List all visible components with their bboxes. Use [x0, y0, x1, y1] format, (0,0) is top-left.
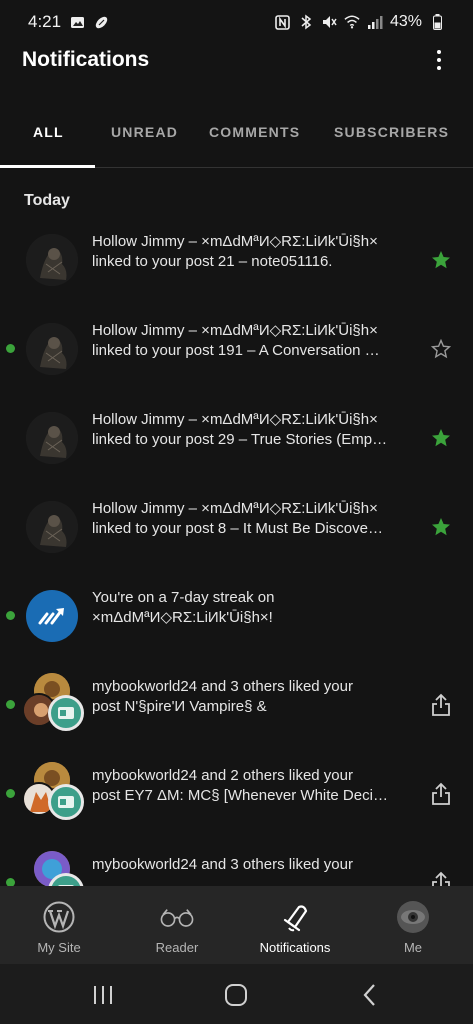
star-filled-icon[interactable] — [429, 515, 453, 539]
notification-detail: linked to your post 29 – True Stories (E… — [92, 431, 388, 448]
notification-item[interactable]: mybookworld24 and 3 others liked your — [0, 843, 473, 886]
avatar — [26, 501, 78, 553]
unread-indicator — [6, 789, 15, 798]
filter-tabs: ALL UNREAD COMMENTS SUBSCRIBERS — [0, 108, 473, 168]
notification-item[interactable]: mybookworld24 and 2 others liked your po… — [0, 754, 473, 834]
notification-detail: linked to your post 8 – It Must Be Disco… — [92, 520, 383, 537]
nav-label: Me — [403, 940, 423, 955]
football-icon — [93, 14, 109, 30]
signal-icon — [367, 14, 383, 30]
streak-icon — [26, 590, 78, 642]
notification-title: Hollow Jimmy – ×mΔdMªИ◇RΣ:LiИk'Ūi§h× — [92, 322, 378, 339]
notification-title: mybookworld24 and 3 others liked your — [92, 678, 353, 695]
like-badge-icon — [48, 784, 84, 820]
share-icon[interactable] — [429, 871, 453, 886]
notification-title: mybookworld24 and 3 others liked your — [92, 856, 353, 873]
unread-indicator — [6, 611, 15, 620]
tab-comments[interactable]: COMMENTS — [209, 124, 300, 140]
bluetooth-icon — [298, 14, 314, 30]
star-filled-icon[interactable] — [429, 248, 453, 272]
battery-percent: 43% — [389, 13, 422, 30]
status-bar: 4:21 43% — [0, 0, 473, 44]
bell-icon — [277, 900, 313, 934]
tab-subscribers[interactable]: SUBSCRIBERS — [334, 124, 449, 140]
notification-item[interactable]: Hollow Jimmy – ×mΔdMªИ◇RΣ:LiИk'Ūi§h× lin… — [0, 220, 473, 300]
notification-item[interactable]: Hollow Jimmy – ×mΔdMªИ◇RΣ:LiИk'Ūi§h× lin… — [0, 309, 473, 389]
back-icon[interactable] — [355, 980, 385, 1010]
wifi-icon — [344, 14, 360, 30]
unread-indicator — [6, 700, 15, 709]
nav-label: Reader — [155, 940, 199, 955]
bottom-nav: My Site Reader Notifications Me — [0, 886, 473, 964]
notification-title: Hollow Jimmy – ×mΔdMªИ◇RΣ:LiИk'Ūi§h× — [92, 411, 378, 428]
tab-all[interactable]: ALL — [33, 124, 64, 140]
notification-detail: linked to your post 21 – note051116. — [92, 253, 333, 270]
group-avatar — [22, 762, 86, 826]
wordpress-icon — [41, 900, 77, 934]
notification-title: Hollow Jimmy – ×mΔdMªИ◇RΣ:LiИk'Ūi§h× — [92, 233, 378, 250]
unread-indicator — [6, 878, 15, 886]
notification-title: You're on a 7-day streak on — [92, 589, 275, 606]
notification-title: Hollow Jimmy – ×mΔdMªИ◇RΣ:LiИk'Ūi§h× — [92, 500, 378, 517]
notification-detail: ×mΔdMªИ◇RΣ:LiИk'Ūi§h×! — [92, 609, 273, 626]
nav-label: My Site — [37, 940, 81, 955]
unread-indicator — [6, 344, 15, 353]
nav-my-site[interactable]: My Site — [0, 886, 118, 964]
mute-icon — [321, 14, 337, 30]
more-options-icon[interactable] — [427, 45, 451, 75]
home-icon[interactable] — [221, 980, 251, 1010]
share-icon[interactable] — [429, 693, 453, 717]
group-avatar — [22, 673, 86, 737]
nav-me[interactable]: Me — [354, 886, 472, 964]
avatar-icon — [395, 900, 431, 934]
avatar — [26, 323, 78, 375]
notification-title: mybookworld24 and 2 others liked your — [92, 767, 353, 784]
recent-apps-icon[interactable] — [88, 980, 118, 1010]
star-outline-icon[interactable] — [429, 337, 453, 361]
notification-detail: post EY7 ΔM: MC§ [Whenever White Deci… — [92, 787, 388, 804]
page-title: Notifications — [22, 48, 150, 71]
group-avatar — [22, 851, 86, 886]
like-badge-icon — [48, 695, 84, 731]
notification-item[interactable]: mybookworld24 and 3 others liked your po… — [0, 665, 473, 745]
avatar — [26, 412, 78, 464]
notification-item[interactable]: You're on a 7-day streak on ×mΔdMªИ◇RΣ:L… — [0, 576, 473, 656]
tab-unread[interactable]: UNREAD — [111, 124, 178, 140]
app-bar: Notifications — [0, 40, 473, 80]
notification-item[interactable]: Hollow Jimmy – ×mΔdMªИ◇RΣ:LiИk'Ūi§h× lin… — [0, 487, 473, 567]
notification-item[interactable]: Hollow Jimmy – ×mΔdMªИ◇RΣ:LiИk'Ūi§h× lin… — [0, 398, 473, 478]
share-icon[interactable] — [429, 782, 453, 806]
glasses-icon — [159, 900, 195, 934]
system-nav-bar — [0, 964, 473, 1024]
section-header-today: Today — [24, 192, 70, 209]
status-time: 4:21 — [28, 12, 62, 31]
nfc-icon — [275, 14, 291, 30]
avatar — [26, 234, 78, 286]
notification-detail: post N'§pire'И Vampire§ & — [92, 698, 267, 715]
star-filled-icon[interactable] — [429, 426, 453, 450]
nav-label: Notifications — [259, 940, 331, 955]
nav-reader[interactable]: Reader — [118, 886, 236, 964]
gallery-icon — [69, 14, 85, 30]
active-tab-indicator — [0, 165, 95, 168]
nav-notifications[interactable]: Notifications — [236, 886, 354, 964]
notification-detail: linked to your post 191 – A Conversation… — [92, 342, 380, 359]
battery-icon — [429, 14, 445, 30]
